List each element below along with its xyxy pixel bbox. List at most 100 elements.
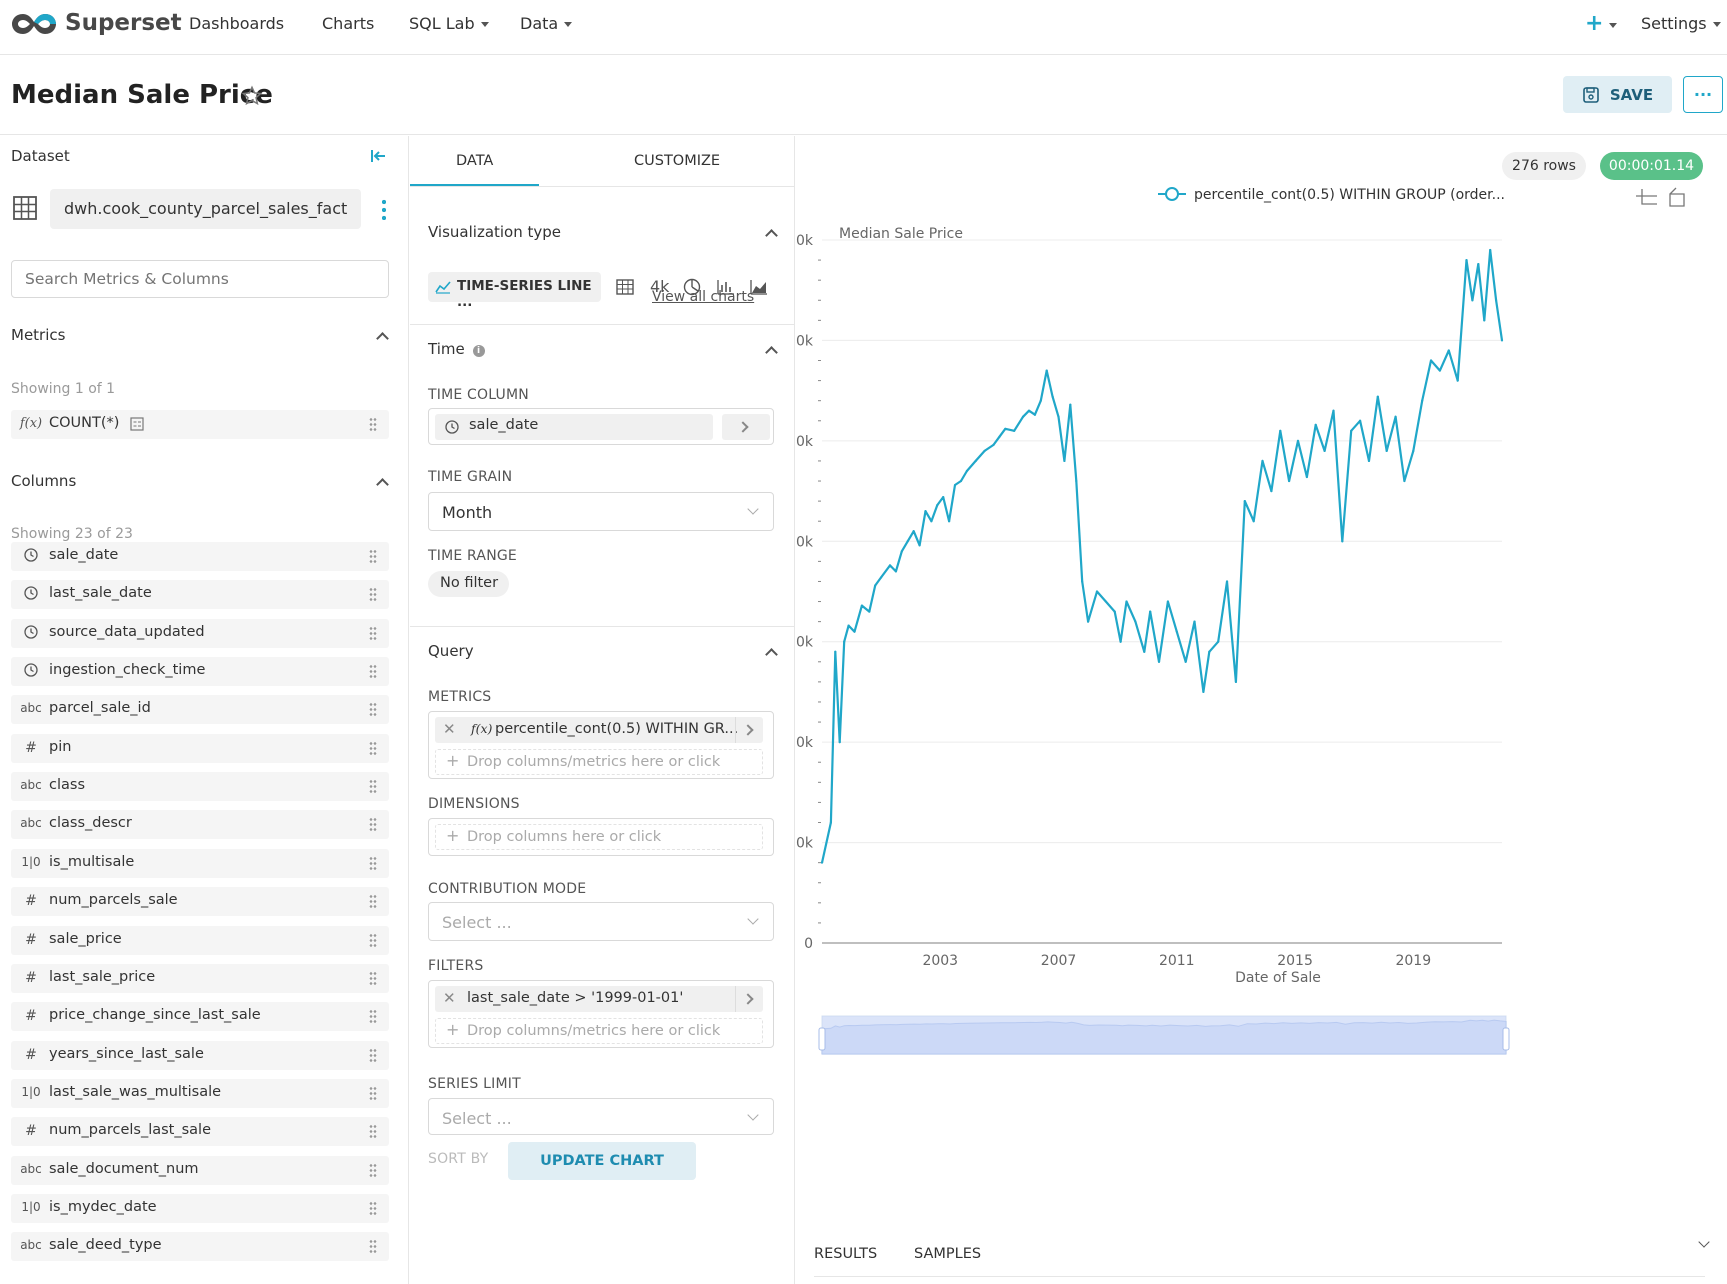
drag-handle-icon[interactable] <box>369 779 377 794</box>
new-menu[interactable]: + <box>1585 11 1618 36</box>
metrics-field[interactable]: ✕ f(x) percentile_cont(0.5) WITHIN GR...… <box>428 711 774 779</box>
data-point[interactable] <box>1385 449 1388 452</box>
data-point[interactable] <box>1500 339 1504 342</box>
column-row[interactable]: abc sale_deed_type <box>11 1232 389 1262</box>
data-point[interactable] <box>834 650 837 653</box>
data-point[interactable] <box>1456 379 1459 382</box>
nav-data[interactable]: Data <box>520 14 573 33</box>
data-point[interactable] <box>1021 415 1025 418</box>
drag-handle-icon[interactable] <box>369 1047 377 1062</box>
data-point[interactable] <box>1039 399 1042 402</box>
data-point[interactable] <box>1004 427 1007 430</box>
chevron-up-icon[interactable] <box>765 346 778 359</box>
drag-handle-icon[interactable] <box>369 1162 377 1177</box>
time-range-pill[interactable]: No filter <box>428 571 509 597</box>
data-point[interactable] <box>998 435 1001 438</box>
column-row[interactable]: 1|0 is_mydec_date <box>11 1193 389 1223</box>
drag-handle-icon[interactable] <box>369 625 377 640</box>
data-point[interactable] <box>1104 600 1107 603</box>
viz-type-selector[interactable]: TIME-SERIES LINE ... <box>428 272 601 310</box>
series-line[interactable] <box>820 248 1504 863</box>
data-point[interactable] <box>874 584 877 587</box>
column-row[interactable]: last_sale_date <box>11 580 389 610</box>
nav-sql-lab[interactable]: SQL Lab <box>409 14 489 33</box>
tab-results[interactable]: RESULTS <box>814 1246 877 1262</box>
column-row[interactable]: abc class <box>11 772 389 802</box>
data-point[interactable] <box>847 624 850 627</box>
column-row[interactable]: # pin <box>11 733 389 763</box>
dataset-name-pill[interactable]: dwh.cook_county_parcel_sales_fact <box>50 189 361 229</box>
column-row[interactable]: # last_sale_price <box>11 963 389 993</box>
column-row[interactable]: # num_parcels_sale <box>11 887 389 917</box>
data-point[interactable] <box>983 449 986 452</box>
data-point[interactable] <box>1376 395 1379 398</box>
data-point[interactable] <box>992 443 995 446</box>
data-point[interactable] <box>1367 459 1371 463</box>
data-point[interactable] <box>936 504 939 507</box>
data-point[interactable] <box>1394 415 1397 418</box>
reset-zoom-icon[interactable] <box>1669 187 1685 207</box>
update-chart-button[interactable]: UPDATE CHART <box>508 1142 696 1180</box>
drag-handle-icon[interactable] <box>369 932 377 947</box>
data-point[interactable] <box>906 540 909 543</box>
drag-handle-icon[interactable] <box>369 1085 377 1100</box>
column-row[interactable]: # sale_price <box>11 925 389 955</box>
data-point[interactable] <box>860 604 864 607</box>
search-input[interactable] <box>11 260 389 298</box>
data-point[interactable] <box>924 510 927 513</box>
data-point[interactable] <box>1051 395 1054 398</box>
data-point[interactable] <box>888 564 892 567</box>
drag-handle-icon[interactable] <box>369 817 377 832</box>
data-point[interactable] <box>1193 620 1196 623</box>
column-row[interactable]: abc sale_document_num <box>11 1155 389 1185</box>
data-point[interactable] <box>1243 500 1246 503</box>
data-point[interactable] <box>1421 399 1424 402</box>
star-icon[interactable] <box>241 85 263 107</box>
data-zoom-slider[interactable] <box>818 1015 1510 1055</box>
data-point[interactable] <box>965 469 968 473</box>
data-point[interactable] <box>1447 349 1450 352</box>
data-point[interactable] <box>1075 479 1078 483</box>
data-point[interactable] <box>1234 680 1238 683</box>
column-row[interactable]: sale_date <box>11 542 389 571</box>
drag-handle-icon[interactable] <box>369 1009 377 1024</box>
data-point[interactable] <box>974 459 977 463</box>
column-row[interactable]: ingestion_check_time <box>11 657 389 687</box>
column-row[interactable]: # price_change_since_last_sale <box>11 1002 389 1032</box>
drag-handle-icon[interactable] <box>369 1200 377 1215</box>
data-point[interactable] <box>1086 620 1090 623</box>
data-point[interactable] <box>1069 403 1072 406</box>
data-point[interactable] <box>1119 640 1122 643</box>
table-chart-icon[interactable] <box>616 279 634 295</box>
data-point[interactable] <box>1412 449 1415 452</box>
data-point[interactable] <box>1157 660 1161 663</box>
data-point[interactable] <box>1033 413 1036 416</box>
data-point[interactable] <box>1341 540 1344 543</box>
contribution-mode-select[interactable]: Select ... <box>428 902 774 941</box>
metric-pill[interactable]: ✕ f(x) percentile_cont(0.5) WITHIN GR... <box>435 717 763 743</box>
data-point[interactable] <box>1184 660 1187 663</box>
settings-menu[interactable]: Settings <box>1641 14 1721 33</box>
data-point[interactable] <box>829 821 832 824</box>
column-row[interactable]: abc class_descr <box>11 810 389 840</box>
series-limit-select[interactable]: Select ... <box>428 1098 774 1135</box>
nav-dashboards[interactable]: Dashboards <box>189 14 284 33</box>
filters-drop-zone[interactable]: + Drop columns/metrics here or click <box>435 1018 763 1044</box>
column-row[interactable]: # num_parcels_last_sale <box>11 1117 389 1147</box>
column-row[interactable]: source_data_updated <box>11 618 389 648</box>
data-point[interactable] <box>1332 409 1335 412</box>
more-actions-button[interactable]: ··· <box>1683 76 1723 113</box>
data-point[interactable] <box>880 576 883 579</box>
column-row[interactable]: 1|0 is_multisale <box>11 848 389 878</box>
chevron-up-icon[interactable] <box>376 332 389 345</box>
data-point[interactable] <box>1113 610 1116 613</box>
data-point[interactable] <box>1314 423 1317 426</box>
column-row[interactable]: abc parcel_sale_id <box>11 695 389 725</box>
data-point[interactable] <box>1252 520 1255 523</box>
data-point[interactable] <box>1489 248 1492 252</box>
time-grain-select[interactable]: Month <box>428 492 774 531</box>
data-point[interactable] <box>1057 415 1060 418</box>
data-point[interactable] <box>1471 299 1474 302</box>
filters-field[interactable]: ✕ last_sale_date > '1999-01-01' + Drop c… <box>428 980 774 1048</box>
data-point[interactable] <box>942 495 945 499</box>
